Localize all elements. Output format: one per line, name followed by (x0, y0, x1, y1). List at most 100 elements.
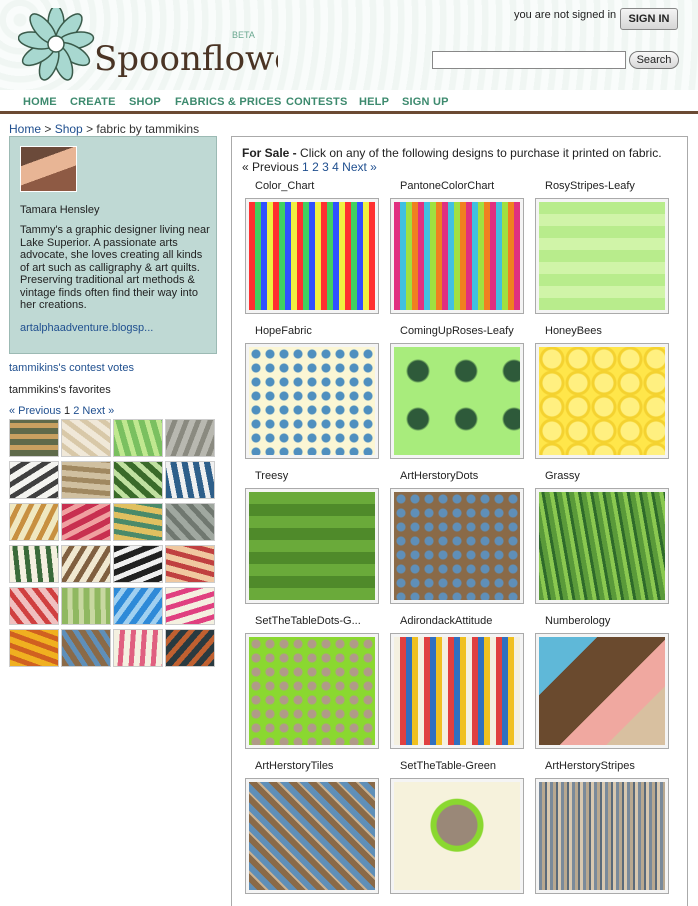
favorite-thumbnail[interactable] (113, 419, 163, 457)
favorite-thumbnail[interactable] (113, 629, 163, 667)
nav-fabrics-prices[interactable]: FABRICS & PRICES (175, 96, 282, 108)
favorite-thumbnail[interactable] (113, 503, 163, 541)
search-input[interactable] (432, 51, 626, 69)
breadcrumb-shop[interactable]: Shop (55, 122, 83, 136)
favorite-thumbnail[interactable] (165, 503, 215, 541)
site-header: Spoonflower BETA you are not signed in S… (0, 0, 698, 90)
design-title[interactable]: ArtHerstoryStripes (545, 760, 635, 772)
favorite-thumbnail[interactable] (9, 503, 59, 541)
nav-home[interactable]: HOME (23, 96, 57, 108)
nav-create[interactable]: CREATE (70, 96, 116, 108)
favorites-page-current: 1 (64, 405, 71, 417)
design-thumbnail[interactable] (535, 633, 669, 749)
design-thumbnail[interactable] (390, 488, 524, 604)
favorite-thumbnail[interactable] (113, 461, 163, 499)
design-title[interactable]: Numberology (545, 615, 610, 627)
favorite-thumbnail[interactable] (9, 461, 59, 499)
design-thumbnail[interactable] (535, 343, 669, 459)
design-title[interactable]: RosyStripes-Leafy (545, 180, 635, 192)
design-swatch (539, 202, 665, 310)
nav-shop[interactable]: SHOP (129, 96, 161, 108)
designs-page-1[interactable]: 1 (302, 160, 309, 174)
sign-in-button[interactable]: SIGN IN (620, 8, 678, 30)
design-thumbnail[interactable] (245, 633, 379, 749)
breadcrumb: Home > Shop > fabric by tammikins (9, 122, 199, 136)
design-thumbnail[interactable] (245, 778, 379, 894)
design-swatch (249, 202, 375, 310)
designs-page-3[interactable]: 3 (322, 160, 329, 174)
logo-beta-tag: BETA (232, 30, 255, 40)
favorites-pager: « Previous 1 2 Next » (9, 405, 114, 417)
design-title[interactable]: Color_Chart (255, 180, 314, 192)
favorite-thumbnail[interactable] (61, 461, 111, 499)
nav-contests[interactable]: CONTESTS (286, 96, 348, 108)
design-thumbnail[interactable] (245, 488, 379, 604)
designs-next-link[interactable]: Next » (342, 160, 377, 174)
design-swatch (539, 782, 665, 890)
design-swatch (394, 637, 520, 745)
design-thumbnail[interactable] (390, 633, 524, 749)
design-thumbnail[interactable] (390, 343, 524, 459)
favorites-prev-link[interactable]: « Previous (9, 405, 61, 417)
design-thumbnail[interactable] (535, 488, 669, 604)
signin-status: you are not signed in (514, 9, 617, 21)
design-title[interactable]: SetTheTable-Green (400, 760, 496, 772)
favorite-thumbnail[interactable] (165, 461, 215, 499)
favorite-thumbnail[interactable] (165, 587, 215, 625)
profile-blog-link[interactable]: artalphaadventure.blogsp... (20, 322, 153, 334)
favorite-thumbnail[interactable] (9, 629, 59, 667)
designs-page-2[interactable]: 2 (312, 160, 319, 174)
avatar[interactable] (20, 146, 77, 192)
favorite-thumbnail[interactable] (61, 629, 111, 667)
favorite-thumbnail[interactable] (61, 503, 111, 541)
design-thumbnail[interactable] (245, 198, 379, 314)
favorites-next-link[interactable]: Next » (82, 405, 114, 417)
for-sale-text: Click on any of the following designs to… (296, 146, 662, 160)
design-title[interactable]: Grassy (545, 470, 580, 482)
design-title[interactable]: ArtHerstoryTiles (255, 760, 333, 772)
spoonflower-logo[interactable]: Spoonflower BETA (18, 8, 278, 86)
for-sale-label: For Sale - (242, 146, 297, 160)
designs-page-4[interactable]: 4 (332, 160, 339, 174)
favorite-thumbnail[interactable] (61, 545, 111, 583)
design-swatch (394, 492, 520, 600)
design-swatch (394, 347, 520, 455)
design-title[interactable]: AdirondackAttitude (400, 615, 492, 627)
favorite-thumbnail[interactable] (9, 587, 59, 625)
contest-votes-link[interactable]: tammikins's contest votes (9, 362, 134, 374)
design-swatch (394, 782, 520, 890)
design-swatch (249, 492, 375, 600)
design-thumbnail[interactable] (390, 778, 524, 894)
favorite-thumbnail[interactable] (9, 419, 59, 457)
design-thumbnail[interactable] (390, 198, 524, 314)
favorite-thumbnail[interactable] (61, 419, 111, 457)
design-title[interactable]: SetTheTableDots-G... (255, 615, 361, 627)
design-thumbnail[interactable] (245, 343, 379, 459)
main-nav: HOME CREATE SHOP FABRICS & PRICES CONTES… (0, 90, 698, 114)
design-thumbnail[interactable] (535, 778, 669, 894)
favorite-thumbnail[interactable] (9, 545, 59, 583)
favorite-thumbnail[interactable] (61, 587, 111, 625)
design-swatch (394, 202, 520, 310)
favorite-thumbnail[interactable] (113, 545, 163, 583)
favorite-thumbnail[interactable] (165, 629, 215, 667)
design-title[interactable]: PantoneColorChart (400, 180, 494, 192)
nav-sign-up[interactable]: SIGN UP (402, 96, 449, 108)
designs-prev-link[interactable]: « Previous (242, 160, 299, 174)
favorites-page-2[interactable]: 2 (73, 405, 79, 417)
profile-card: Tamara Hensley Tammy's a graphic designe… (9, 136, 217, 354)
design-title[interactable]: ArtHerstoryDots (400, 470, 478, 482)
favorite-thumbnail[interactable] (165, 419, 215, 457)
designs-pager: « Previous 1 2 3 4 Next » (242, 160, 377, 174)
profile-bio: Tammy's a graphic designer living near L… (20, 224, 210, 311)
search-button[interactable]: Search (629, 51, 679, 69)
design-title[interactable]: Treesy (255, 470, 288, 482)
breadcrumb-home[interactable]: Home (9, 122, 41, 136)
design-title[interactable]: ComingUpRoses-Leafy (400, 325, 514, 337)
favorite-thumbnail[interactable] (165, 545, 215, 583)
nav-help[interactable]: HELP (359, 96, 389, 108)
favorite-thumbnail[interactable] (113, 587, 163, 625)
design-title[interactable]: HopeFabric (255, 325, 312, 337)
design-thumbnail[interactable] (535, 198, 669, 314)
design-title[interactable]: HoneyBees (545, 325, 602, 337)
